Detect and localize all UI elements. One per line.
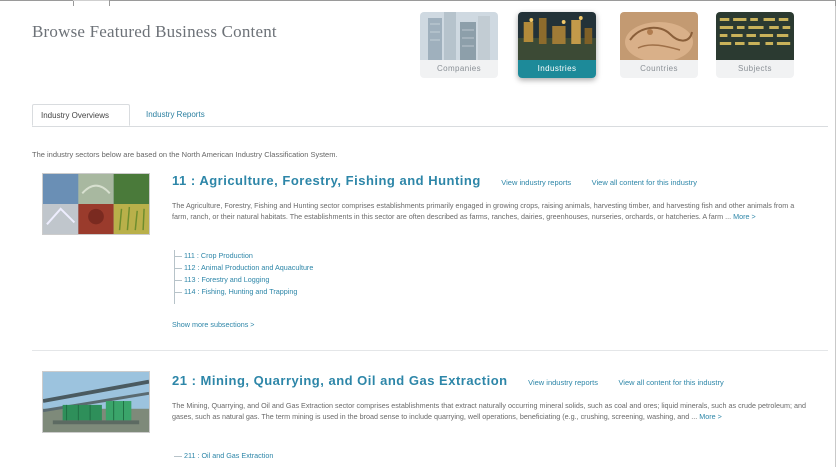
countries-image [620, 12, 698, 60]
subsection-list: 111 : Crop Production 112 : Animal Produ… [172, 250, 313, 304]
intro-text: The industry sectors below are based on … [32, 150, 338, 159]
page-title: Browse Featured Business Content [32, 22, 277, 41]
more-link[interactable]: More > [733, 212, 756, 221]
category-label: Countries [620, 60, 698, 78]
category-countries[interactable]: Countries [620, 12, 698, 78]
industry-title-link[interactable]: 11 : Agriculture, Forestry, Fishing and … [172, 173, 481, 188]
subsection-link[interactable]: 114 : Fishing, Hunting and Trapping [172, 286, 313, 298]
industry-section: 11 : Agriculture, Forestry, Fishing and … [30, 170, 828, 350]
industry-section: 21 : Mining, Quarrying, and Oil and Gas … [30, 366, 828, 467]
subsection-link[interactable]: 211 : Oil and Gas Extraction [172, 450, 273, 462]
more-link[interactable]: More > [699, 412, 722, 421]
mining-thumbnail[interactable] [42, 371, 150, 433]
tab-bar: Industry Overviews Industry Reports [32, 104, 828, 127]
view-industry-reports-link[interactable]: View industry reports [528, 378, 598, 387]
section-header: 11 : Agriculture, Forestry, Fishing and … [172, 172, 697, 190]
category-label: Subjects [716, 60, 794, 78]
category-industries[interactable]: Industries [518, 12, 596, 78]
description-text: The Agriculture, Forestry, Fishing and H… [172, 201, 795, 221]
agriculture-thumbnail[interactable] [42, 173, 150, 235]
category-label: Industries [518, 60, 596, 78]
subsection-link[interactable]: 111 : Crop Production [172, 250, 313, 262]
show-more-subsections-link[interactable]: Show more subsections > [172, 320, 255, 329]
industries-image [518, 12, 596, 60]
view-all-content-link[interactable]: View all content for this industry [592, 178, 697, 187]
tab-industry-reports[interactable]: Industry Reports [138, 104, 213, 126]
section-divider [32, 350, 828, 351]
industry-title-link[interactable]: 21 : Mining, Quarrying, and Oil and Gas … [172, 373, 508, 388]
subjects-image [716, 12, 794, 60]
tab-industry-overviews[interactable]: Industry Overviews [32, 104, 130, 126]
subsection-list: 211 : Oil and Gas Extraction [172, 450, 273, 462]
view-industry-reports-link[interactable]: View industry reports [501, 178, 571, 187]
view-all-content-link[interactable]: View all content for this industry [618, 378, 723, 387]
section-description: The Mining, Quarrying, and Oil and Gas E… [172, 400, 806, 422]
category-companies[interactable]: Companies [420, 12, 498, 78]
subsection-link[interactable]: 113 : Forestry and Logging [172, 274, 313, 286]
category-subjects[interactable]: Subjects [716, 12, 794, 78]
subsection-link[interactable]: 112 : Animal Production and Aquaculture [172, 262, 313, 274]
section-header: 21 : Mining, Quarrying, and Oil and Gas … [172, 372, 724, 390]
companies-image [420, 12, 498, 60]
section-description: The Agriculture, Forestry, Fishing and H… [172, 200, 806, 222]
category-label: Companies [420, 60, 498, 78]
